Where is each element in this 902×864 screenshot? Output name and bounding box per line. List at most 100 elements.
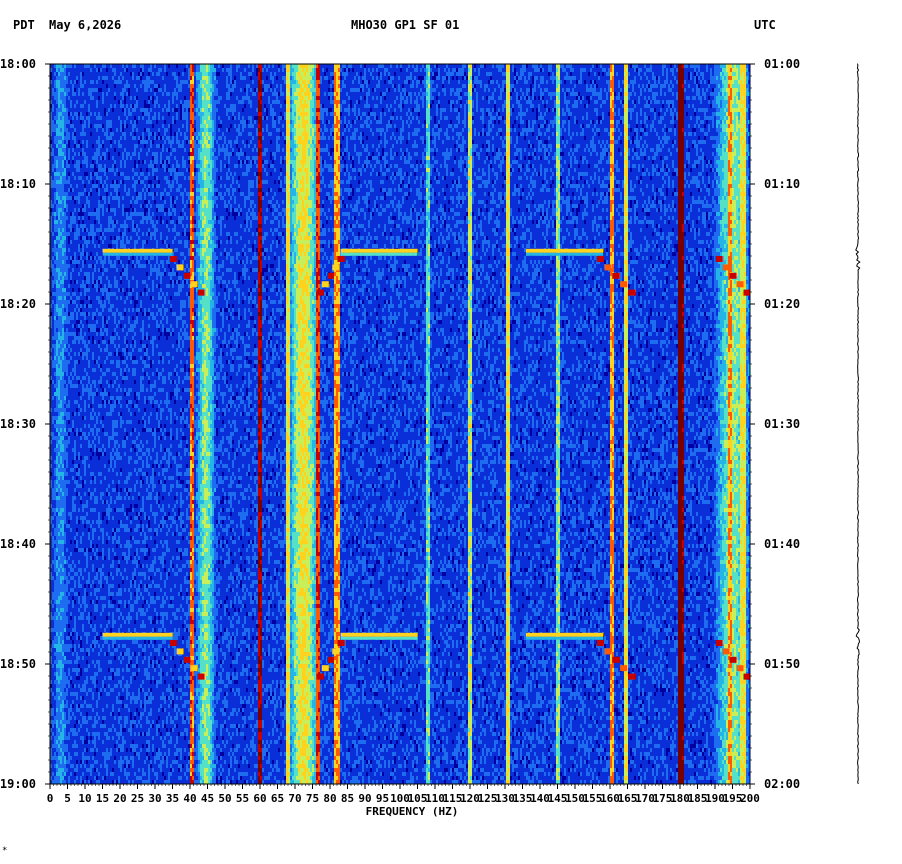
spectrogram-cell (248, 116, 252, 120)
spectrogram-cell (494, 104, 496, 108)
spectrogram-cell (428, 136, 430, 140)
spectrogram-cell (378, 72, 380, 76)
spectrogram-cell (426, 68, 428, 72)
spectrogram-cell (342, 88, 350, 92)
spectrogram-cell (296, 88, 300, 92)
spectrogram-cell (736, 116, 738, 120)
spectrogram-cell (734, 64, 736, 68)
spectrogram-cell (298, 140, 308, 144)
spectrogram-cell (662, 100, 664, 104)
spectrogram-cell (736, 128, 738, 132)
spectrogram-cell (94, 124, 102, 128)
spectrogram-cell (74, 112, 78, 116)
spectrogram-cell (230, 84, 232, 88)
spectrogram-cell (298, 64, 300, 68)
spectrogram-cell (212, 92, 218, 96)
spectrogram-cell (108, 68, 112, 72)
spectrogram-cell (140, 108, 148, 112)
spectrogram-cell (124, 84, 130, 88)
spectrogram-cell (582, 72, 588, 76)
spectrogram-cell (572, 132, 574, 136)
spectrogram-cell (106, 128, 108, 132)
spectrogram-cell (520, 88, 522, 92)
spectrogram-cell (530, 120, 532, 124)
spectrogram-cell (224, 64, 230, 68)
spectrogram-cell (710, 136, 720, 140)
spectrogram-cell (368, 88, 370, 92)
spectrogram-cell (138, 116, 140, 120)
spectrogram-cell (476, 104, 478, 108)
spectrogram-cell (94, 144, 98, 148)
spectrogram-cell (696, 132, 704, 136)
spectrogram-cell (358, 136, 362, 140)
spectrogram-cell (682, 64, 684, 68)
spectrogram-cell (316, 72, 320, 76)
spectrogram-cell (206, 120, 212, 124)
spectrogram-cell (678, 80, 684, 84)
spectrogram-cell (426, 120, 430, 124)
spectrogram-cell (708, 128, 710, 132)
spectrogram-cell (640, 88, 642, 92)
spectrogram-cell (436, 108, 438, 112)
spectrogram-cell (132, 112, 142, 116)
spectrogram-cell (588, 112, 596, 116)
spectrogram-cell (192, 144, 194, 148)
spectrogram-cell (662, 72, 664, 76)
spectrogram-cell (242, 132, 248, 136)
spectrogram-cell (488, 124, 490, 128)
spectrogram-cell (210, 100, 212, 104)
spectrogram-cell (110, 132, 114, 136)
spectrogram-cell (232, 68, 236, 72)
spectrogram-cell (556, 128, 560, 132)
spectrogram-cell (296, 80, 298, 84)
spectrogram-cell (742, 116, 744, 120)
spectrogram-cell (528, 140, 530, 144)
spectrogram-cell (676, 116, 678, 120)
spectrogram-cell (62, 112, 68, 116)
spectrogram-cell (632, 116, 636, 120)
spectrogram-cell (128, 124, 132, 128)
spectrogram-cell (78, 76, 80, 80)
spectrogram-cell (682, 128, 684, 132)
spectrogram-cell (614, 80, 618, 84)
spectrogram-cell (728, 140, 730, 144)
spectrogram-cell (334, 80, 336, 84)
spectrogram-cell (592, 80, 594, 84)
spectrogram-cell (590, 68, 592, 72)
spectrogram-cell (378, 76, 380, 80)
spectrogram-cell (102, 144, 104, 148)
spectrogram-cell (438, 136, 440, 140)
spectrogram-cell (274, 88, 276, 92)
spectrogram-cell (512, 104, 514, 108)
spectrogram-cell (336, 112, 340, 116)
spectrogram-cell (434, 96, 436, 100)
spectrogram-cell (314, 80, 316, 84)
spectrogram-cell (650, 104, 662, 108)
spectrogram-cell (418, 116, 426, 120)
spectrogram-cell (498, 128, 502, 132)
spectrogram-cell (134, 120, 136, 124)
spectrogram-cell (96, 68, 98, 72)
spectrogram-cell (692, 116, 696, 120)
spectrogram-cell (264, 128, 266, 132)
spectrogram-cell (426, 124, 428, 128)
spectrogram-cell (78, 92, 80, 96)
spectrogram-cell (80, 80, 82, 84)
spectrogram-cell (134, 132, 136, 136)
spectrogram-cell (704, 72, 710, 76)
spectrogram-cell (652, 100, 654, 104)
spectrogram-cell (554, 132, 556, 136)
spectrogram-cell (114, 104, 116, 108)
spectrogram-cell (136, 96, 138, 100)
spectrogram-cell (612, 132, 614, 136)
spectrogram-cell (56, 112, 58, 116)
spectrogram-cell (560, 112, 562, 116)
spectrogram-cell (634, 76, 636, 80)
spectrogram-cell (126, 64, 128, 68)
spectrogram-cell (320, 116, 324, 120)
spectrogram-cell (538, 132, 542, 136)
spectrogram-cell (170, 64, 176, 68)
spectrogram-cell (674, 128, 676, 132)
spectrogram-cell (440, 108, 446, 112)
spectrogram-cell (64, 136, 70, 140)
